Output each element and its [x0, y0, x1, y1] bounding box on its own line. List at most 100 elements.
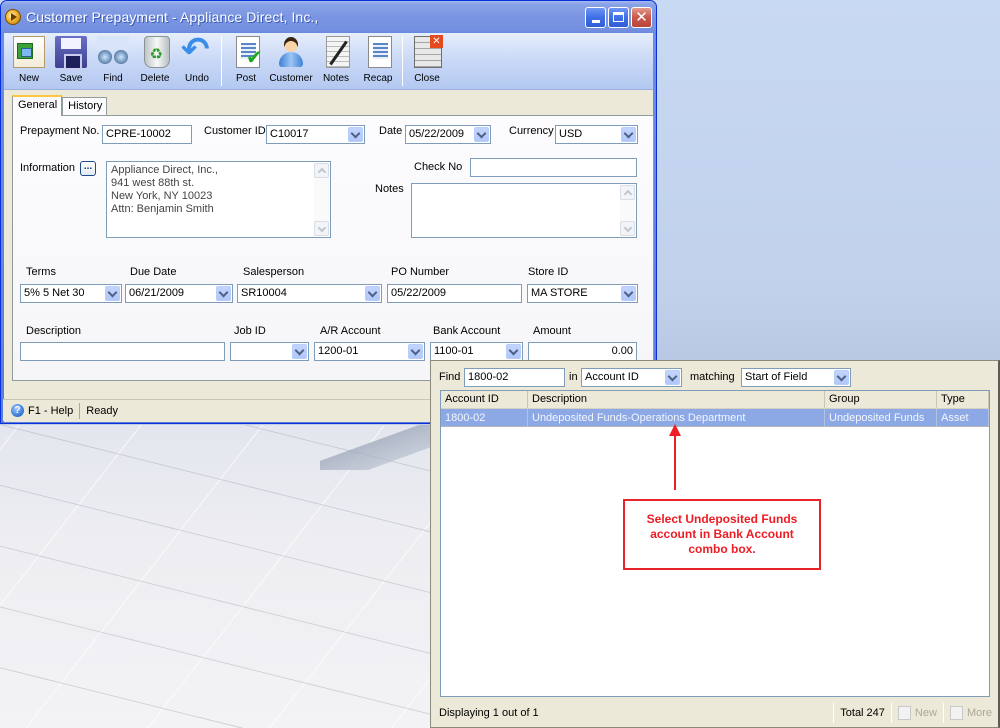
minimize-button[interactable]: [585, 6, 606, 28]
toolbar-save-button[interactable]: Save: [50, 36, 92, 88]
roof-shape: [320, 425, 440, 470]
toolbar-new-label: New: [18, 73, 39, 84]
help-icon[interactable]: ?: [11, 404, 24, 417]
toolbar-new-button[interactable]: New: [8, 36, 50, 88]
floppy-disk-icon: [55, 36, 87, 70]
toolbar: New Save Find Delete Undo Post: [4, 30, 653, 90]
status-divider: [79, 402, 81, 419]
toolbar-notes-button[interactable]: Notes: [315, 36, 357, 88]
salesperson-combo[interactable]: SR10004: [237, 284, 382, 303]
help-text[interactable]: F1 - Help: [28, 405, 73, 417]
search-field-combo[interactable]: Account ID: [581, 368, 682, 387]
lookup-statusbar: Displaying 1 out of 1 Total 247 New More: [431, 699, 998, 727]
terms-label: Terms: [26, 266, 56, 278]
binoculars-icon: [97, 36, 129, 68]
chevron-down-icon[interactable]: [621, 286, 636, 301]
column-header-account-id[interactable]: Account ID: [441, 391, 528, 408]
chevron-down-icon[interactable]: [216, 286, 231, 301]
customer-id-combo[interactable]: C10017: [266, 125, 365, 144]
chevron-down-icon[interactable]: [665, 370, 680, 385]
chevron-down-icon[interactable]: [292, 344, 307, 359]
find-label: Find: [439, 371, 461, 383]
column-header-description[interactable]: Description: [528, 391, 825, 408]
due-date-combo[interactable]: 06/21/2009: [125, 284, 233, 303]
terms-combo[interactable]: 5% 5 Net 30: [20, 284, 122, 303]
matching-label: matching: [690, 371, 735, 383]
maximize-button[interactable]: [608, 6, 629, 28]
new-document-icon: [13, 36, 45, 68]
toolbar-find-button[interactable]: Find: [92, 36, 134, 88]
more-label: More: [966, 707, 992, 719]
po-number-field[interactable]: 05/22/2009: [387, 284, 522, 303]
information-ellipsis-button[interactable]: ...: [80, 161, 96, 176]
scroll-down-icon[interactable]: [620, 221, 635, 236]
bank-account-value: 1100-01: [434, 345, 474, 357]
ar-account-combo[interactable]: 1200-01: [314, 342, 425, 361]
notes-textarea[interactable]: [411, 183, 637, 238]
toolbar-delete-button[interactable]: Delete: [134, 36, 176, 88]
scroll-down-icon[interactable]: [314, 221, 329, 236]
chevron-down-icon[interactable]: [105, 286, 120, 301]
store-id-combo[interactable]: MA STORE: [527, 284, 638, 303]
store-id-value: MA STORE: [531, 287, 588, 299]
more-button[interactable]: More: [944, 706, 998, 720]
total-count: Total 247: [840, 707, 885, 719]
matching-combo[interactable]: Start of Field: [741, 368, 851, 387]
chevron-down-icon[interactable]: [474, 127, 489, 142]
check-no-field[interactable]: [470, 158, 637, 177]
column-header-type[interactable]: Type: [937, 391, 989, 408]
information-scrollbar[interactable]: [314, 163, 329, 236]
close-window-icon: [414, 35, 443, 68]
toolbar-customer-button[interactable]: Customer: [267, 36, 315, 88]
toolbar-customer-label: Customer: [269, 73, 313, 84]
notes-label: Notes: [375, 183, 404, 195]
chevron-down-icon[interactable]: [834, 370, 849, 385]
toolbar-find-label: Find: [103, 73, 123, 84]
job-id-combo[interactable]: [230, 342, 309, 361]
due-date-value: 06/21/2009: [129, 287, 185, 299]
chevron-down-icon[interactable]: [348, 127, 363, 142]
toolbar-recap-button[interactable]: Recap: [357, 36, 399, 88]
toolbar-undo-button[interactable]: Undo: [176, 30, 218, 88]
currency-combo[interactable]: USD: [555, 125, 638, 144]
bank-account-combo[interactable]: 1100-01: [430, 342, 523, 361]
check-no-label: Check No: [414, 161, 463, 173]
description-label: Description: [26, 325, 82, 337]
description-field[interactable]: [20, 342, 225, 361]
chevron-down-icon[interactable]: [506, 344, 521, 359]
scroll-up-icon[interactable]: [314, 163, 329, 178]
toolbar-close-button[interactable]: Close: [406, 35, 448, 88]
column-header-group[interactable]: Group: [825, 391, 937, 408]
new-record-button[interactable]: New: [892, 706, 943, 720]
cell-account-id: 1800-02: [441, 409, 528, 426]
title-bar[interactable]: Customer Prepayment - Appliance Direct, …: [1, 1, 656, 33]
scroll-up-icon[interactable]: [620, 185, 635, 200]
notes-scrollbar[interactable]: [620, 185, 635, 236]
prepayment-no-field[interactable]: CPRE-10002: [102, 125, 192, 144]
toolbar-post-button[interactable]: Post: [225, 36, 267, 88]
salesperson-label: Salesperson: [243, 266, 305, 278]
customer-person-icon: [275, 36, 307, 68]
in-label: in: [569, 371, 578, 383]
information-textarea[interactable]: Appliance Direct, Inc., 941 west 88th st…: [106, 161, 331, 238]
prepayment-no-label: Prepayment No.: [20, 125, 100, 137]
information-line-3: New York, NY 10023: [111, 190, 213, 202]
date-label: Date: [379, 125, 403, 137]
find-input[interactable]: 1800-02: [464, 368, 565, 387]
chevron-down-icon[interactable]: [621, 127, 636, 142]
date-combo[interactable]: 05/22/2009: [405, 125, 491, 144]
store-id-label: Store ID: [528, 266, 569, 278]
date-value: 05/22/2009: [409, 128, 465, 140]
annotation-arrow-line: [674, 434, 676, 490]
table-row[interactable]: 1800-02 Undeposited Funds-Operations Dep…: [441, 409, 989, 427]
close-window-button[interactable]: ✕: [631, 6, 652, 28]
ar-account-label: A/R Account: [320, 325, 381, 337]
currency-label: Currency: [509, 125, 554, 137]
chevron-down-icon[interactable]: [408, 344, 423, 359]
customer-id-value: C10017: [270, 128, 309, 140]
window-title: Customer Prepayment - Appliance Direct, …: [26, 9, 319, 25]
amount-field[interactable]: 0.00: [528, 342, 637, 361]
chevron-down-icon[interactable]: [365, 286, 380, 301]
tab-general[interactable]: General: [12, 95, 63, 116]
tab-history[interactable]: History: [62, 97, 108, 115]
